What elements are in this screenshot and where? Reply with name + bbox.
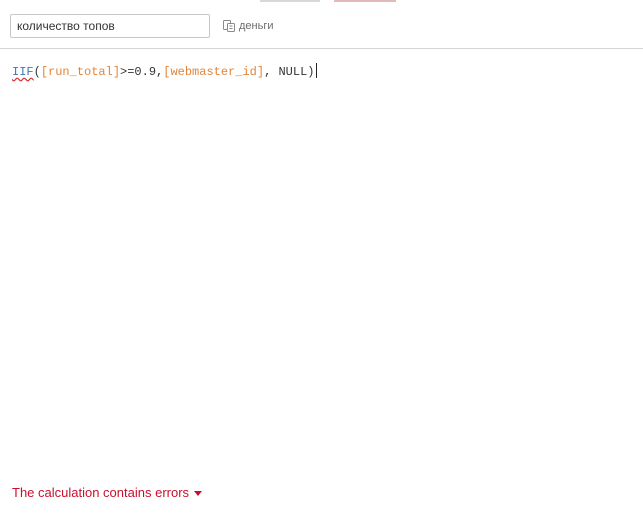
plain-token: , NULL) (264, 65, 315, 79)
error-message: The calculation contains errors (12, 485, 190, 500)
edge-mark (334, 0, 396, 2)
field-token: [run_total] (40, 65, 121, 79)
formula-line: IIF([run_total]>=0.9,[webmaster_id], NUL… (12, 63, 317, 79)
formula-editor[interactable]: IIF([run_total]>=0.9,[webmaster_id], NUL… (0, 49, 643, 469)
text-caret (315, 63, 317, 78)
datasource-label: деньги (239, 20, 274, 32)
edge-mark (260, 0, 320, 2)
datasource-selector[interactable]: деньги (222, 17, 274, 35)
calculation-errors-dropdown[interactable]: The calculation contains errors (12, 485, 203, 500)
calculation-name-input[interactable] (10, 14, 210, 38)
function-token: IIF (12, 65, 34, 79)
top-window-edge (260, 0, 420, 3)
caret-down-icon (194, 490, 203, 496)
datasource-icon (223, 20, 235, 32)
plain-token: >=0.9, (120, 65, 164, 79)
plain-token: ( (33, 65, 41, 79)
field-token: [webmaster_id] (163, 65, 265, 79)
